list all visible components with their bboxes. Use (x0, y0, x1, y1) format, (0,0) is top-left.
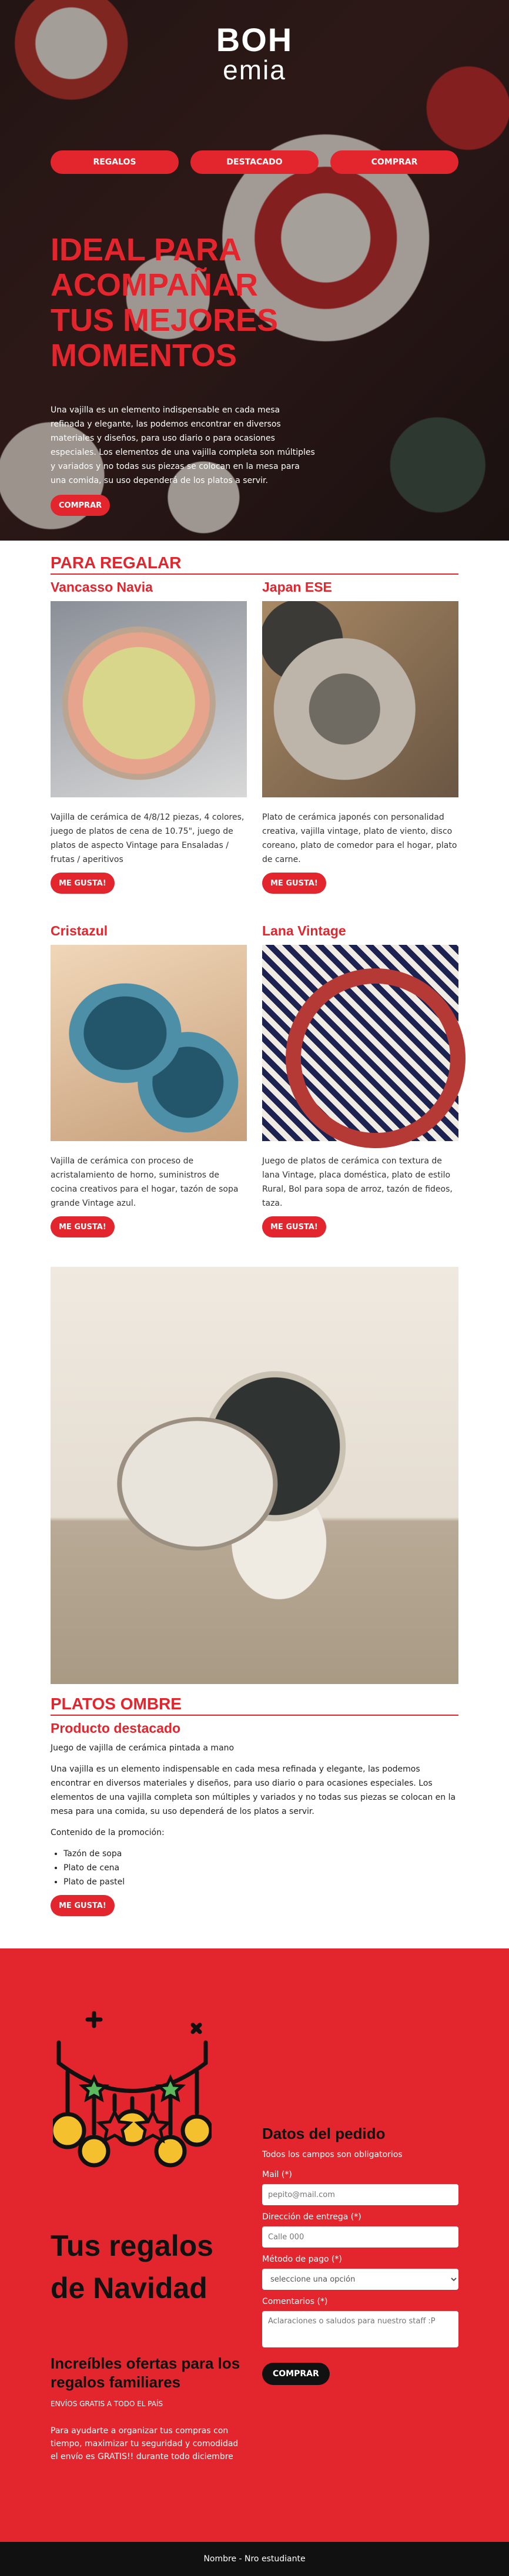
product-description: Vajilla de cerámica de 4/8/12 piezas, 4 … (51, 813, 245, 864)
payment-label: Método de pago (*) (262, 2255, 342, 2264)
featured-like-button[interactable]: ME GUSTA! (51, 1895, 115, 1916)
mail-label: Mail (*) (262, 2170, 292, 2179)
like-button[interactable]: ME GUSTA! (262, 1216, 326, 1237)
gifts-title: PARA REGALAR (51, 554, 458, 575)
submit-buy-button[interactable]: COMPRAR (262, 2363, 330, 2385)
form-note: Todos los campos son obligatorios (262, 2150, 403, 2159)
address-label: Dirección de entrega (*) (262, 2212, 361, 2222)
logo-line-2: emia (223, 55, 286, 85)
shipping-note: ENVÍOS GRATIS A TODO EL PAÍS (51, 2400, 163, 2408)
footer-text: Nombre - Nro estudiante (203, 2554, 306, 2564)
christmas-section: Tus regalos de Navidad Increíbles oferta… (0, 1948, 509, 2542)
like-button[interactable]: ME GUSTA! (51, 1216, 115, 1237)
product-name: Cristazul (51, 923, 108, 938)
brand-logo[interactable]: BOH emia (0, 21, 509, 85)
product-name: Vancasso Navia (51, 579, 153, 595)
product-description: Plato de cerámica japonés con personalid… (262, 813, 457, 864)
gifts-grid: Vancasso Navia Vajilla de cerámica de 4/… (51, 575, 466, 1237)
hero-description: Una vajilla es un elemento indispensable… (51, 405, 315, 485)
featured-description: Una vajilla es un elemento indispensable… (51, 1765, 456, 1816)
payment-select[interactable]: seleccione una opción (262, 2269, 458, 2290)
featured-contents-label: Contenido de la promoción: (51, 1828, 165, 1837)
main-nav: REGALOS DESTACADO COMPRAR (51, 150, 458, 174)
product-image (51, 601, 247, 797)
hero-title: IDEAL PARA ACOMPAÑAR TUS MEJORES MOMENTO… (51, 232, 279, 373)
product-image (262, 601, 458, 797)
featured-image (51, 1267, 458, 1684)
product-description: Vajilla de cerámica con proceso de acris… (51, 1156, 239, 1208)
christmas-garland-icon (53, 2011, 212, 2168)
product-name: Japan ESE (262, 579, 332, 595)
address-field[interactable] (262, 2226, 458, 2248)
product-card: Cristazul Vajilla de cerámica con proces… (51, 918, 247, 1237)
gifts-section: PARA REGALAR Vancasso Navia Vajilla de c… (51, 554, 466, 1237)
nav-destacado[interactable]: DESTACADO (190, 150, 319, 174)
product-image (51, 945, 247, 1141)
list-item: Plato de pastel (63, 1875, 458, 1889)
product-card: Vancasso Navia Vajilla de cerámica de 4/… (51, 575, 247, 894)
hero-banner: BOH emia REGALOS DESTACADO COMPRAR IDEAL… (0, 0, 509, 541)
list-item: Tazón de sopa (63, 1847, 458, 1861)
product-card: Japan ESE Plato de cerámica japonés con … (262, 575, 458, 894)
list-item: Plato de cena (63, 1861, 458, 1875)
mail-field[interactable] (262, 2184, 458, 2205)
nav-regalos[interactable]: REGALOS (51, 150, 179, 174)
comments-label: Comentarios (*) (262, 2297, 328, 2306)
christmas-title: Tus regalos de Navidad (51, 2229, 213, 2305)
comments-field[interactable] (262, 2311, 458, 2347)
featured-section: PLATOS OMBRE Producto destacado Juego de… (51, 1267, 458, 1916)
like-button[interactable]: ME GUSTA! (262, 873, 326, 894)
product-card: Lana Vintage Juego de platos de cerámica… (262, 918, 466, 1237)
featured-short: Juego de vajilla de cerámica pintada a m… (51, 1743, 235, 1753)
product-description: Juego de platos de cerámica con textura … (262, 1156, 453, 1208)
product-name: Lana Vintage (262, 923, 346, 938)
christmas-subtitle: Increíbles ofertas para los regalos fami… (51, 2354, 240, 2391)
featured-contents-list: Tazón de sopa Plato de cena Plato de pas… (51, 1847, 458, 1889)
hero-buy-button[interactable]: COMPRAR (51, 495, 110, 516)
product-image (262, 945, 466, 1148)
order-form: Datos del pedido Todos los campos son ob… (262, 2125, 458, 2385)
featured-title: PLATOS OMBRE (51, 1695, 458, 1716)
logo-line-1: BOH (216, 21, 293, 58)
footer: Nombre - Nro estudiante (0, 2542, 509, 2576)
featured-subtitle: Producto destacado (51, 1720, 181, 1736)
christmas-text: Para ayudarte a organizar tus compras co… (51, 2426, 239, 2461)
like-button[interactable]: ME GUSTA! (51, 873, 115, 894)
nav-comprar[interactable]: COMPRAR (330, 150, 458, 174)
form-title: Datos del pedido (262, 2125, 386, 2142)
